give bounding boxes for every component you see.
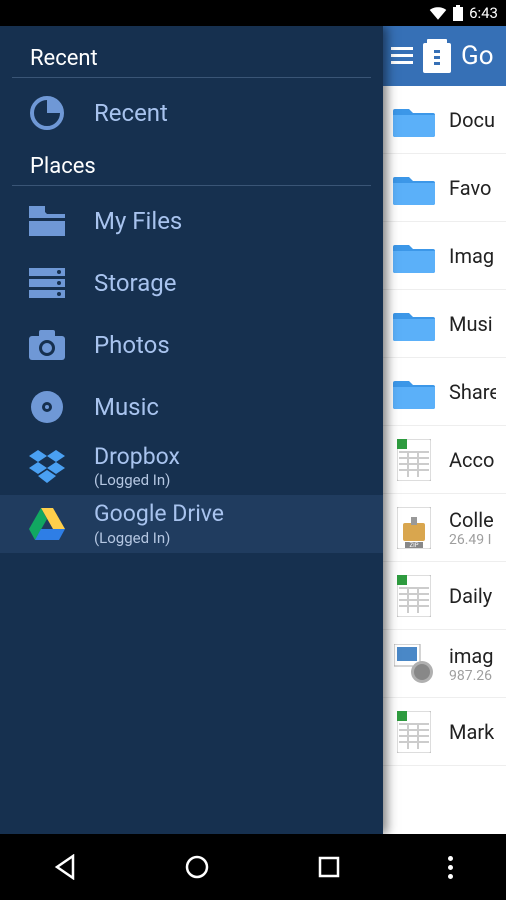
recent-apps-button[interactable] (309, 847, 349, 887)
sheet-icon (393, 575, 435, 617)
file-sub: 987.26 (449, 668, 494, 684)
file-name: Mark (449, 720, 494, 744)
file-name: Share (449, 380, 496, 404)
file-row[interactable]: ZIP Colle26.49 I (383, 494, 506, 562)
file-name: Docu (449, 108, 495, 132)
home-button[interactable] (177, 847, 217, 887)
file-list[interactable]: Docu Favo Imag Musi Share Acco ZIP Colle26.49 I… (383, 86, 506, 766)
recent-pie-icon (26, 92, 68, 134)
nav-label: My Files (94, 208, 182, 234)
android-nav-bar (0, 834, 506, 900)
file-row[interactable]: Musi (383, 290, 506, 358)
menu-overflow-button[interactable] (440, 856, 460, 879)
zip-icon: ZIP (393, 507, 435, 549)
file-name: Daily (449, 584, 492, 608)
status-time: 6:43 (469, 4, 498, 22)
file-row[interactable]: Imag (383, 222, 506, 290)
file-name: Favo (449, 176, 491, 200)
nav-item-photos[interactable]: Photos (0, 314, 383, 376)
file-row[interactable]: Mark (383, 698, 506, 766)
disc-icon (26, 386, 68, 428)
nav-item-dropbox[interactable]: Dropbox (Logged In) (0, 438, 383, 495)
nav-item-my-files[interactable]: My Files (0, 190, 383, 252)
google-drive-icon (26, 503, 68, 545)
section-header-places: Places (12, 144, 371, 186)
dropbox-icon (26, 446, 68, 488)
app-icon (423, 39, 451, 73)
nav-label: Storage (94, 270, 176, 296)
file-row[interactable]: imag987.26 (383, 630, 506, 698)
nav-label: Photos (94, 332, 170, 358)
folder-icon (393, 235, 435, 277)
section-header-recent: Recent (12, 36, 371, 78)
nav-label: Google Drive (94, 501, 224, 526)
file-name: Imag (449, 244, 494, 268)
file-name: Colle (449, 508, 494, 532)
wifi-icon (429, 6, 447, 20)
folder-icon (26, 200, 68, 242)
nav-sublabel: (Logged In) (94, 529, 224, 547)
action-bar: Go (383, 26, 506, 86)
nav-item-google-drive[interactable]: Google Drive (Logged In) (0, 495, 383, 552)
android-status-bar: 6:43 (0, 0, 506, 26)
folder-icon (393, 99, 435, 141)
folder-icon (393, 167, 435, 209)
file-row[interactable]: Share (383, 358, 506, 426)
file-row[interactable]: Docu (383, 86, 506, 154)
sheet-icon (393, 711, 435, 753)
nav-item-music[interactable]: Music (0, 376, 383, 438)
file-sub: 26.49 I (449, 532, 494, 548)
nav-sublabel: (Logged In) (94, 471, 180, 489)
main-content: Go Docu Favo Imag Musi Share Acco ZIP Colle26.4… (383, 26, 506, 834)
file-row[interactable]: Daily (383, 562, 506, 630)
camera-icon (26, 324, 68, 366)
server-icon (26, 262, 68, 304)
file-name: Acco (449, 448, 494, 472)
svg-text:ZIP: ZIP (409, 542, 418, 549)
hamburger-icon[interactable] (391, 47, 413, 65)
file-name: imag (449, 644, 494, 668)
folder-icon (393, 303, 435, 345)
sheet-icon (393, 439, 435, 481)
back-button[interactable] (46, 847, 86, 887)
folder-icon (393, 371, 435, 413)
battery-icon (453, 5, 463, 21)
nav-item-recent[interactable]: Recent (0, 82, 383, 144)
nav-label: Recent (94, 100, 168, 126)
nav-label: Music (94, 394, 159, 420)
file-row[interactable]: Acco (383, 426, 506, 494)
file-row[interactable]: Favo (383, 154, 506, 222)
file-name: Musi (449, 312, 493, 336)
action-bar-title: Go (461, 41, 494, 71)
nav-label: Dropbox (94, 444, 180, 469)
navigation-drawer: Recent Recent Places My Files Storage Ph (0, 26, 383, 834)
nav-item-storage[interactable]: Storage (0, 252, 383, 314)
image-icon (393, 643, 435, 685)
